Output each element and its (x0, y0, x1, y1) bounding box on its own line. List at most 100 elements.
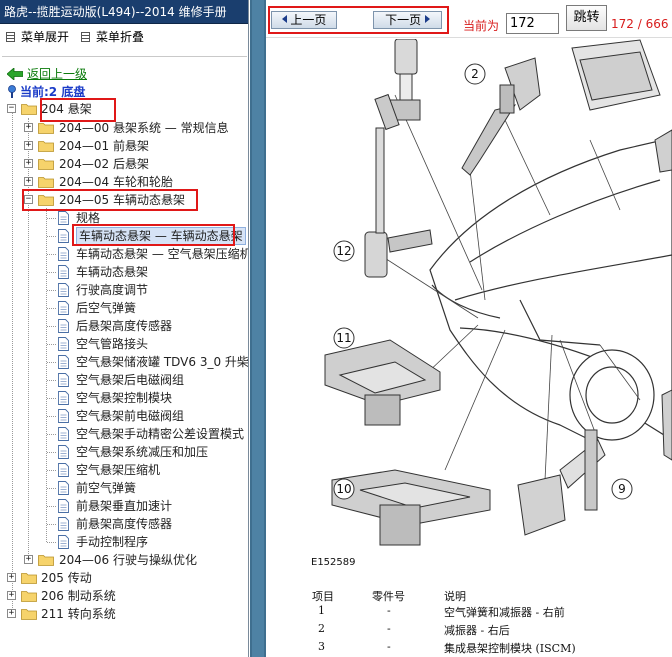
tree-doc-item[interactable]: 空气悬架前电磁阀组 (0, 407, 248, 425)
tree-connector (47, 272, 56, 273)
folder-icon (21, 573, 37, 584)
tree-doc-item[interactable]: 车辆动态悬架 — 空气悬架压缩机 (0, 245, 249, 263)
document-icon (58, 247, 69, 261)
folder-icon (38, 177, 54, 188)
document-icon (58, 337, 69, 351)
tree-doc-item[interactable]: 前悬架垂直加速计 (0, 497, 248, 515)
highlight-box (268, 6, 449, 34)
legend-part: - (387, 604, 391, 617)
tree-doc-label: 空气悬架储液罐 TDV6 3_0 升柴 (76, 355, 249, 369)
tree-item-label: 211 转向系统 (41, 607, 116, 621)
tree-doc-item[interactable]: 空气悬架系统减压和加压 (0, 443, 248, 461)
document-icon (58, 445, 69, 459)
figure-id: E152589 (311, 557, 356, 568)
current-page-label: 当前为 (463, 19, 500, 33)
tree-doc-item[interactable]: 前悬架高度传感器 (0, 515, 248, 533)
tree-item-204-06[interactable]: + 204—06 行驶与操纵优化 (0, 551, 248, 569)
legend-item: 3 (318, 640, 325, 653)
folder-icon (38, 141, 54, 152)
tree-doc-label: 后空气弹簧 (76, 301, 137, 315)
collapse-toggle-icon[interactable]: − (7, 104, 16, 113)
expand-toggle-icon[interactable]: + (7, 591, 16, 600)
document-icon (58, 283, 69, 297)
tree-doc-label: 前悬架垂直加速计 (76, 499, 173, 513)
tree-doc-label: 空气悬架压缩机 (76, 463, 161, 477)
tree-doc-label: 后悬架高度传感器 (76, 319, 173, 333)
back-link[interactable]: 返回上一级 (7, 65, 87, 81)
legend-part: - (387, 640, 391, 653)
folder-open-icon (21, 104, 37, 115)
tree-item-204-suspension[interactable]: − 204 悬架 (0, 100, 248, 118)
expand-toggle-icon[interactable]: + (7, 609, 16, 618)
tree-item-204-02[interactable]: + 204—02 后悬架 (0, 155, 248, 173)
legend-desc: 空气弹簧和减振器 - 右前 (444, 606, 565, 619)
tree-doc-item[interactable]: 空气悬架储液罐 TDV6 3_0 升柴 (0, 353, 249, 371)
callout-label: 10 (336, 482, 351, 496)
tree-item-206-brakes[interactable]: + 206 制动系统 (0, 587, 248, 605)
back-link-label: 返回上一级 (27, 67, 88, 81)
tree-connector (47, 416, 56, 417)
tree-connector (47, 542, 56, 543)
tree-doc-item[interactable]: 前空气弹簧 (0, 479, 248, 497)
tree-item-label: 205 传动 (41, 571, 92, 585)
tree-connector (47, 254, 56, 255)
expand-toggle-icon[interactable]: + (7, 573, 16, 582)
tree-item-label: 204—02 后悬架 (59, 157, 149, 171)
tree-connector (47, 398, 56, 399)
menu-expand-button[interactable]: 菜单展开 (6, 30, 69, 44)
tree-doc-item[interactable]: 后悬架高度传感器 (0, 317, 248, 335)
menu-collapse-button[interactable]: 菜单折叠 (81, 30, 144, 44)
tree-doc-label: 行驶高度调节 (76, 283, 149, 297)
expand-toggle-icon[interactable]: + (24, 141, 33, 150)
tree-doc-label: 车辆动态悬架 (76, 265, 149, 279)
tree-connector (47, 506, 56, 507)
expand-toggle-icon[interactable]: + (24, 159, 33, 168)
callout-label: 12 (336, 244, 351, 258)
suspension-component-diagram: 2 12 11 10 9 (324, 39, 672, 546)
tree-connector (47, 326, 56, 327)
tree-item-205-drivetrain[interactable]: + 205 传动 (0, 569, 248, 587)
page-count: 172 / 666 (611, 17, 669, 31)
tree-item-204-00[interactable]: + 204—00 悬架系统 — 常规信息 (0, 119, 248, 137)
expand-toggle-icon[interactable]: + (24, 123, 33, 132)
go-to-page-button[interactable]: 跳转 (566, 5, 607, 31)
page-number-input[interactable] (506, 13, 559, 34)
legend-item: 1 (318, 604, 325, 617)
tree-doc-item[interactable]: 空气悬架手动精密公差设置模式 (0, 425, 248, 443)
tree-connector (47, 488, 56, 489)
menu-expand-label: 菜单展开 (21, 30, 70, 44)
document-icon (58, 391, 69, 405)
tree-connector (47, 218, 56, 219)
tree-doc-item[interactable]: 行驶高度调节 (0, 281, 248, 299)
menu-expand-icon (6, 32, 15, 42)
legend-item: 2 (318, 622, 325, 635)
document-icon (58, 517, 69, 531)
current-location: 当前:2 底盘 (7, 83, 85, 99)
legend-desc: 集成悬架控制模块 (ISCM) (444, 642, 576, 655)
document-icon (58, 427, 69, 441)
tree-doc-item[interactable]: 后空气弹簧 (0, 299, 248, 317)
tree-item-204-01[interactable]: + 204—01 前悬架 (0, 137, 248, 155)
document-icon (58, 499, 69, 513)
back-arrow-icon (7, 67, 23, 80)
tree-doc-item[interactable]: 空气悬架压缩机 (0, 461, 248, 479)
tree-doc-label: 车辆动态悬架 — 空气悬架压缩机 (76, 247, 249, 261)
tree-doc-item[interactable]: 手动控制程序 (0, 533, 248, 551)
legend-desc: 减振器 - 右后 (444, 624, 510, 637)
highlight-box (72, 224, 235, 246)
tree-doc-item[interactable]: 车辆动态悬架 (0, 263, 248, 281)
callout-label: 11 (336, 331, 351, 345)
tree-doc-item[interactable]: 空气悬架后电磁阀组 (0, 371, 248, 389)
expand-toggle-icon[interactable]: + (24, 177, 33, 186)
tree-item-label: 206 制动系统 (41, 589, 116, 603)
tree-doc-item[interactable]: 空气管路接头 (0, 335, 248, 353)
menu-collapse-label: 菜单折叠 (96, 30, 145, 44)
tree-connector (47, 290, 56, 291)
tree-connector (47, 308, 56, 309)
tree-doc-item[interactable]: 空气悬架控制模块 (0, 389, 248, 407)
expand-toggle-icon[interactable]: + (24, 555, 33, 564)
legend-header-item: 项目 (312, 590, 334, 603)
tree-connector (47, 452, 56, 453)
folder-icon (21, 591, 37, 602)
tree-item-211-steering[interactable]: + 211 转向系统 (0, 605, 248, 623)
